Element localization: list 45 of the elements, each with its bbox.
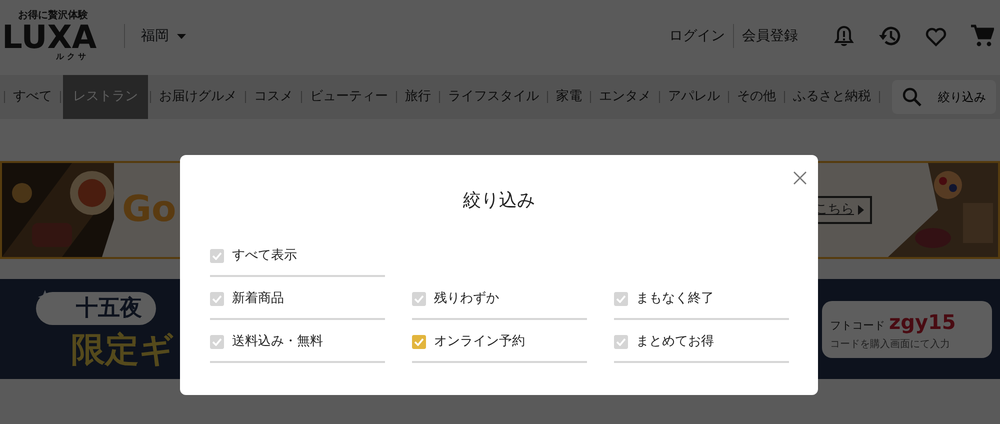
banner-pill: 十五夜 [36,292,156,325]
checkbox[interactable] [210,248,224,262]
bell-icon[interactable] [832,24,856,48]
login-link[interactable]: ログイン [669,26,725,46]
code-label: フトコード [830,318,885,334]
category-tab[interactable]: ライフスタイル [440,75,547,119]
filter-option[interactable]: まもなく終了 [614,277,789,320]
region-selector[interactable]: 福岡 [141,26,186,46]
category-tab[interactable]: エンタメ [591,75,659,119]
filter-option[interactable]: 新着商品 [210,277,385,320]
play-icon [858,205,864,215]
checkbox[interactable] [412,292,426,306]
category-tab[interactable]: コスメ [246,75,301,119]
filter-option[interactable]: オンライン予約 [412,320,587,363]
banner-heading: 限定ギ [71,329,174,372]
category-tab[interactable]: すべて [5,75,60,119]
filter-option[interactable]: 送料込み・無料 [210,320,385,363]
checkbox[interactable] [614,334,628,348]
search-icon [902,87,922,107]
category-tab[interactable]: アパレル [660,75,728,119]
code-note: コードを購入画面にて入力 [830,338,951,352]
filter-option[interactable]: まとめてお得 [614,320,789,363]
category-tab[interactable]: 家電 [548,75,590,119]
register-link[interactable]: 会員登録 [742,26,798,46]
logo[interactable]: LUXA [2,21,100,53]
filter-button[interactable]: 絞り込み [892,80,996,114]
banner-heading: Go [122,188,176,232]
logo-reading: ルクサ [56,53,90,61]
filter-option[interactable]: すべて表示 [210,234,385,277]
history-icon[interactable] [878,24,902,48]
checkbox[interactable] [614,292,628,306]
category-tab[interactable]: ふるさと納税 [785,75,879,119]
category-tab[interactable]: その他 [729,75,784,119]
checkbox[interactable] [412,334,426,348]
caret-icon [177,34,186,38]
category-tab[interactable]: 旅行 [397,75,439,119]
cart-icon[interactable] [970,24,994,48]
dialog-title: 絞り込み [462,189,536,213]
checkbox[interactable] [210,334,224,348]
checkbox[interactable] [210,292,224,306]
logo-tagline: お得に贅沢体験 [18,11,89,21]
coupon-code: zgy15 [889,308,956,336]
category-tab[interactable]: ビューティー [302,75,396,119]
filter-option[interactable]: 残りわずか [412,277,587,320]
category-tab[interactable]: お届けグルメ [151,75,245,119]
